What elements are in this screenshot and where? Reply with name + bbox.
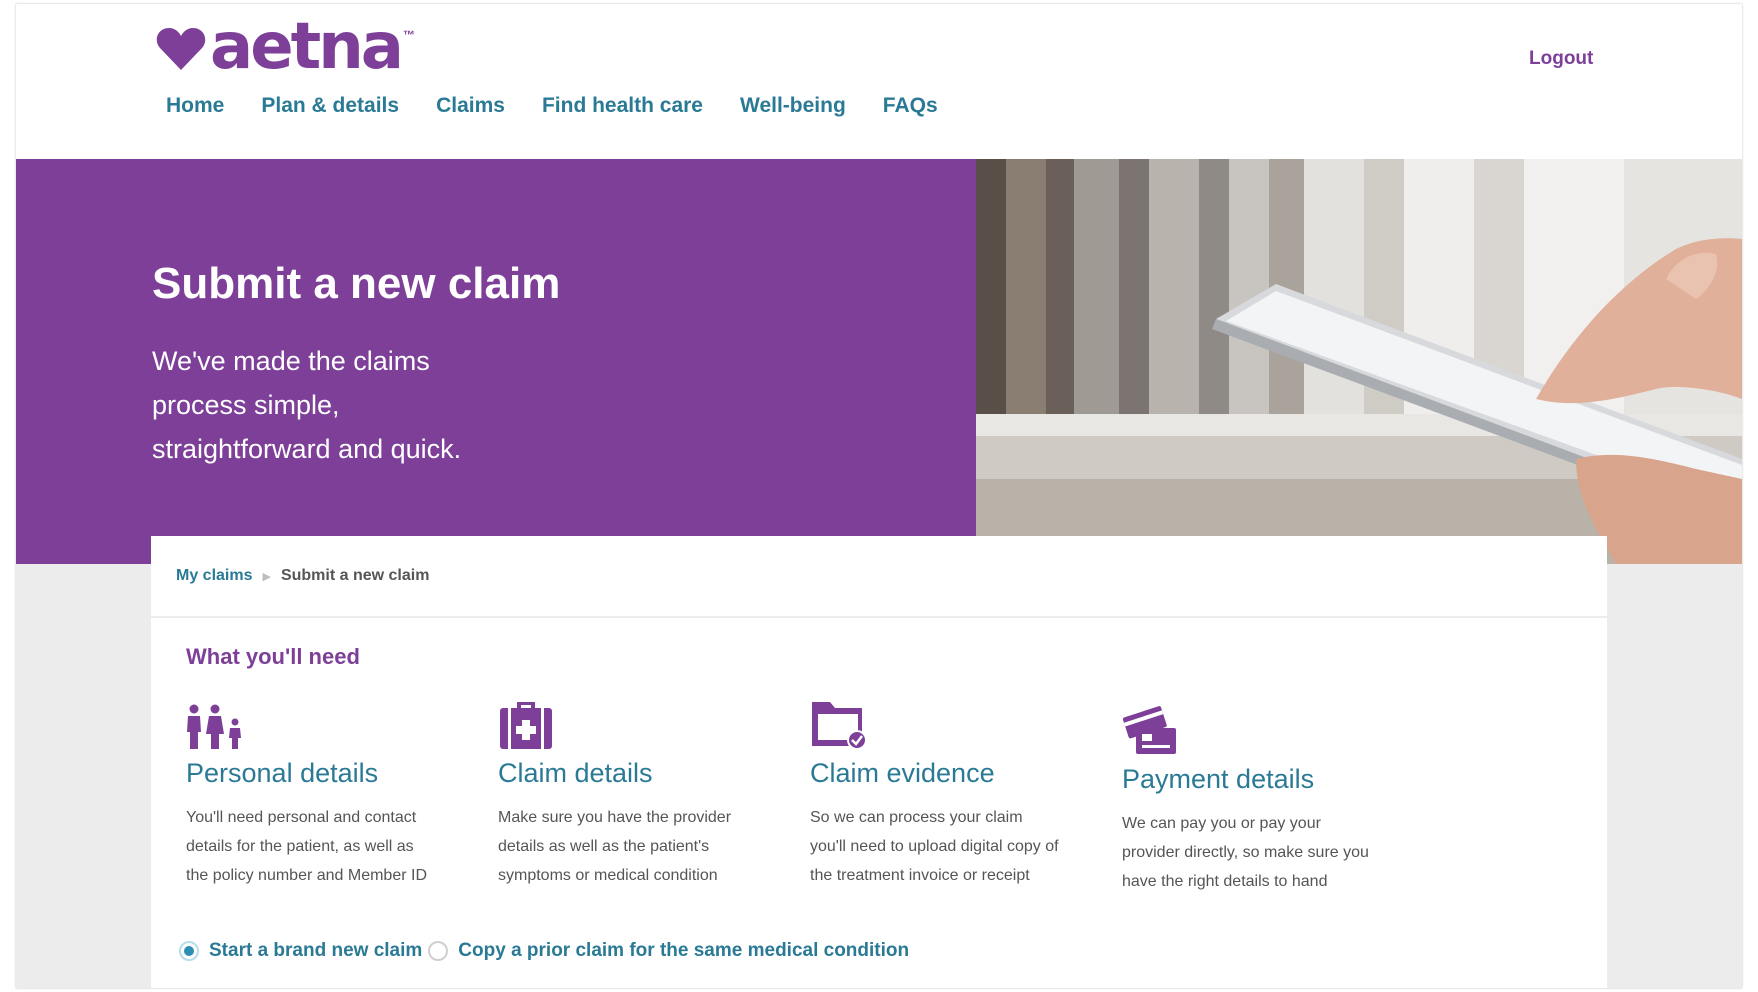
radio-label: Start a brand new claim: [209, 940, 423, 961]
need-title: Claim evidence: [810, 758, 995, 788]
radio-selected-icon[interactable]: [179, 941, 199, 961]
nav-home[interactable]: Home: [166, 94, 224, 118]
nav-claims[interactable]: Claims: [436, 94, 505, 118]
site-header: aetna ™ Logout Home Plan & details Claim…: [16, 4, 1742, 159]
radio-unselected-icon[interactable]: [428, 941, 449, 961]
need-description: You'll need personal and contact details…: [186, 809, 427, 884]
browser-frame: aetna ™ Logout Home Plan & details Claim…: [16, 4, 1742, 988]
need-personal-details: Personal details You'll need personal an…: [186, 684, 486, 890]
need-description: Make sure you have the provider details …: [498, 809, 732, 884]
breadcrumb-current: Submit a new claim: [280, 567, 430, 584]
need-description: We can pay you or pay your provider dire…: [1122, 815, 1369, 890]
page-title: Submit a new claim: [152, 259, 561, 308]
hero-subtitle: We've made the claims process simple, st…: [152, 346, 462, 464]
need-payment-details: Payment details We can pay you or pay yo…: [1122, 690, 1422, 896]
heart-logo-icon: [156, 28, 206, 70]
breadcrumb: My claims ▶ Submit a new claim: [151, 536, 1607, 618]
what-you-need-heading: What you'll need: [186, 644, 360, 669]
need-title: Claim details: [498, 758, 653, 788]
logo-trademark: ™: [402, 28, 415, 42]
folder-check-icon: [810, 684, 1110, 750]
nav-plan-details[interactable]: Plan & details: [261, 94, 399, 118]
family-icon: [186, 684, 486, 750]
medical-kit-icon: [498, 684, 798, 750]
tablet-hand-illustration: [976, 159, 1742, 564]
nav-faqs[interactable]: FAQs: [883, 94, 938, 118]
need-title: Payment details: [1122, 764, 1315, 794]
breadcrumb-chevron-icon: ▶: [262, 570, 271, 583]
need-claim-evidence: Claim evidence So we can process your cl…: [810, 684, 1110, 890]
hero-photo-tablet: [976, 159, 1742, 564]
need-claim-details: Claim details Make sure you have the pro…: [498, 684, 798, 890]
nav-find-health-care[interactable]: Find health care: [542, 94, 703, 118]
aetna-logo[interactable]: aetna ™: [156, 12, 415, 82]
hero-banner: Submit a new claim We've made the claims…: [16, 159, 976, 564]
payment-cards-icon: [1122, 690, 1422, 756]
need-description: So we can process your claim you'll need…: [810, 809, 1059, 884]
breadcrumb-my-claims[interactable]: My claims: [176, 567, 252, 585]
radio-copy-prior-claim[interactable]: Copy a prior claim for the same medical …: [428, 940, 909, 962]
nav-well-being[interactable]: Well-being: [740, 94, 846, 118]
radio-new-claim[interactable]: Start a brand new claim: [179, 940, 422, 962]
need-title: Personal details: [186, 758, 379, 788]
radio-label: Copy a prior claim for the same medical …: [458, 940, 910, 961]
main-nav: Home Plan & details Claims Find health c…: [166, 94, 975, 118]
claim-card: My claims ▶ Submit a new claim What you'…: [151, 536, 1607, 988]
logout-link[interactable]: Logout: [1529, 48, 1593, 70]
claim-type-radio-group: Start a brand new claim Copy a prior cla…: [179, 940, 909, 962]
logo-wordmark: aetna: [210, 10, 404, 84]
